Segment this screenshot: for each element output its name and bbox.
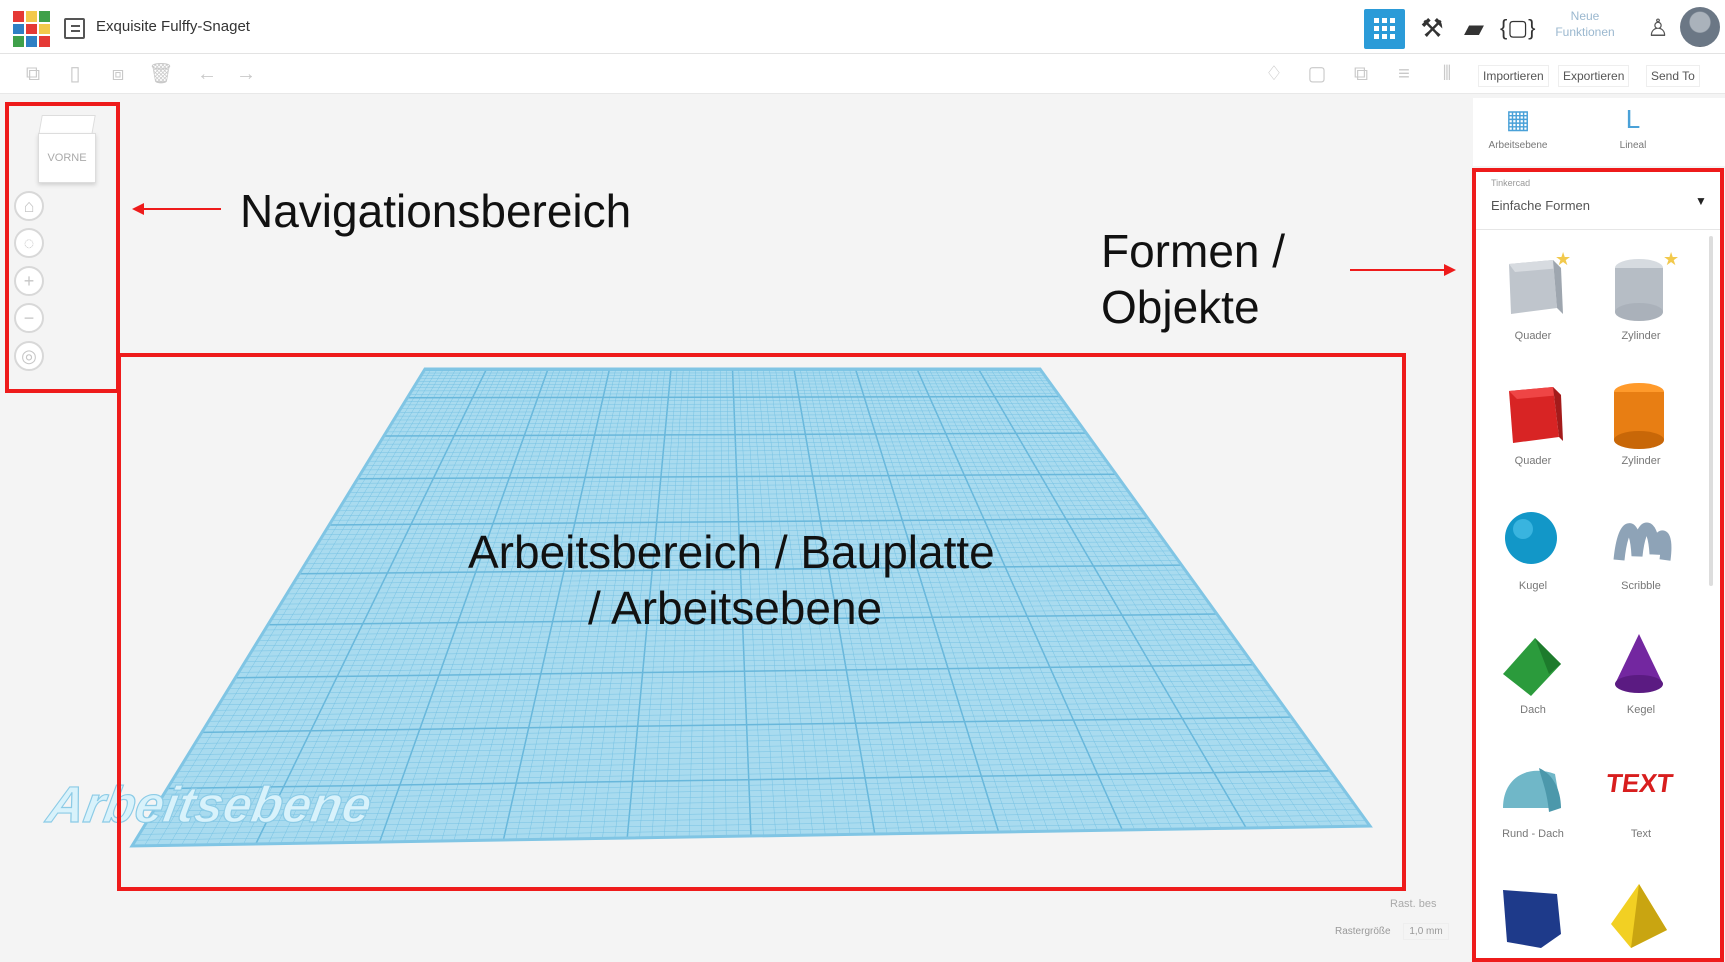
workplane-tool[interactable]: ▦ Arbeitsebene bbox=[1473, 104, 1563, 151]
tinkercad-editor: Exquisite Fulffy-Snaget ⚒ ▰ {▢} Neue Fun… bbox=[0, 0, 1725, 962]
code-block-icon[interactable]: {▢} bbox=[1500, 12, 1535, 44]
navigation-arrow bbox=[132, 203, 221, 215]
avatar[interactable] bbox=[1680, 7, 1720, 47]
grid-size-label: Rastergröße bbox=[1335, 926, 1391, 937]
ungroup-icon[interactable]: ⧉ bbox=[1348, 62, 1374, 86]
shapes-annotation-line-1: Formen / bbox=[1101, 225, 1286, 277]
navigation-highlight-box bbox=[5, 102, 120, 393]
grid-size-select[interactable]: 1,0 mm bbox=[1403, 923, 1449, 940]
redo-icon[interactable]: → bbox=[233, 62, 259, 86]
3d-design-button[interactable] bbox=[1364, 9, 1405, 49]
design-title[interactable]: Exquisite Fulffy-Snaget bbox=[96, 18, 250, 35]
edit-toolbar: ⧉ ▯ ⧈ 🗑 ← → ♢ ▢ ⧉ ≡ ⫴ Importieren Export… bbox=[0, 54, 1725, 94]
import-button[interactable]: Importieren bbox=[1478, 65, 1549, 87]
export-button[interactable]: Exportieren bbox=[1558, 65, 1630, 87]
snap-status: Rast. bes bbox=[1390, 898, 1437, 910]
undo-icon[interactable]: ← bbox=[194, 62, 220, 86]
workplane-ruler-tools: ▦ Arbeitsebene L Lineal bbox=[1473, 98, 1725, 166]
copy-icon[interactable]: ⧉ bbox=[20, 62, 46, 86]
light-bulb-icon[interactable]: ♢ bbox=[1261, 62, 1287, 86]
workplane-annotation-line-2: / Arbeitsebene bbox=[588, 582, 883, 634]
shapes-highlight-box bbox=[1472, 168, 1724, 962]
workplane-icon: ▦ bbox=[1505, 104, 1531, 134]
duplicate-icon[interactable]: ⧈ bbox=[105, 62, 131, 86]
user-icon[interactable]: ♙ bbox=[1643, 14, 1673, 44]
paste-icon[interactable]: ▯ bbox=[62, 62, 88, 86]
align-icon[interactable]: ≡ bbox=[1391, 62, 1417, 86]
delete-icon[interactable]: 🗑 bbox=[148, 62, 174, 86]
ruler-tool[interactable]: L Lineal bbox=[1588, 104, 1678, 151]
workplane-annotation-line-1: Arbeitsbereich / Bauplatte bbox=[468, 526, 995, 578]
shapes-annotation-line-2: Objekte bbox=[1101, 281, 1260, 333]
group-icon[interactable]: ▢ bbox=[1304, 62, 1330, 86]
mirror-icon[interactable]: ⫴ bbox=[1434, 62, 1460, 86]
shapes-arrow bbox=[1350, 264, 1456, 276]
pickaxe-icon[interactable]: ⚒ bbox=[1416, 12, 1448, 44]
new-functions-button[interactable]: Neue Funktionen bbox=[1545, 8, 1625, 40]
navigation-annotation: Navigationsbereich bbox=[240, 185, 632, 237]
top-bar: Exquisite Fulffy-Snaget ⚒ ▰ {▢} Neue Fun… bbox=[0, 0, 1725, 54]
bricks-icon[interactable]: ▰ bbox=[1458, 12, 1490, 44]
ruler-icon: L bbox=[1625, 104, 1641, 134]
design-list-icon[interactable] bbox=[64, 18, 85, 39]
tinkercad-logo[interactable] bbox=[12, 10, 51, 48]
send-to-button[interactable]: Send To bbox=[1646, 65, 1700, 87]
grid-icon bbox=[1374, 18, 1395, 39]
grid-size-control[interactable]: Rastergröße 1,0 mm bbox=[1335, 923, 1449, 940]
